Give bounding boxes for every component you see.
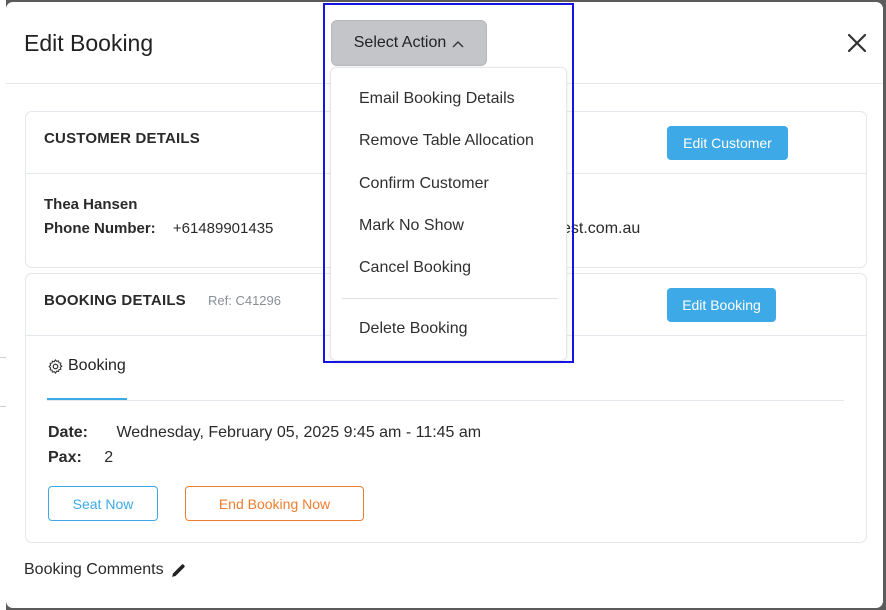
date-label: Date: [48,424,89,441]
close-icon [847,33,867,53]
booking-details-title: BOOKING DETAILS [44,292,186,309]
tab-booking-label: Booking [68,357,126,374]
pax-label: Pax: [48,449,82,466]
pencil-icon [171,563,185,577]
select-action-label: Select Action [353,34,447,51]
booking-comments-label: Booking Comments [24,561,164,578]
menu-separator [342,298,558,299]
modal-title: Edit Booking [24,30,154,56]
pax-row: Pax: 2 [48,449,113,467]
end-booking-button[interactable]: End Booking Now [185,486,364,521]
tab-divider [47,400,844,401]
menu-item-remove-table[interactable]: Remove Table Allocation [359,132,534,150]
email-value: est.com.au [562,220,641,237]
date-value: Wednesday, February 05, 2025 9:45 am - 1… [116,424,482,441]
menu-item-mark-no-show[interactable]: Mark No Show [359,217,464,235]
chevron-up-icon [452,41,464,48]
tab-booking[interactable]: Booking [47,357,127,401]
close-button[interactable] [845,31,869,55]
action-dropdown-menu: Email Booking Details Remove Table Alloc… [330,67,567,361]
booking-comments[interactable]: Booking Comments [24,561,187,579]
edit-customer-button[interactable]: Edit Customer [667,126,788,160]
menu-item-delete-booking[interactable]: Delete Booking [359,320,468,338]
menu-item-confirm-customer[interactable]: Confirm Customer [359,175,489,193]
customer-details-title: CUSTOMER DETAILS [44,130,200,147]
phone-label: Phone Number: [44,220,156,237]
menu-item-cancel-booking[interactable]: Cancel Booking [359,259,471,277]
gear-icon [48,359,63,374]
booking-ref: Ref: C41296 [208,293,281,308]
menu-item-email-booking[interactable]: Email Booking Details [359,90,515,108]
seat-now-button[interactable]: Seat Now [48,486,158,521]
phone-row: Phone Number: +61489901435 [44,220,273,237]
select-action-button[interactable]: Select Action [331,20,487,66]
pax-value: 2 [104,449,114,466]
customer-name: Thea Hansen [44,196,138,213]
phone-value: +61489901435 [172,220,274,237]
date-row: Date: Wednesday, February 05, 2025 9:45 … [48,424,481,442]
edit-booking-button[interactable]: Edit Booking [667,288,776,322]
